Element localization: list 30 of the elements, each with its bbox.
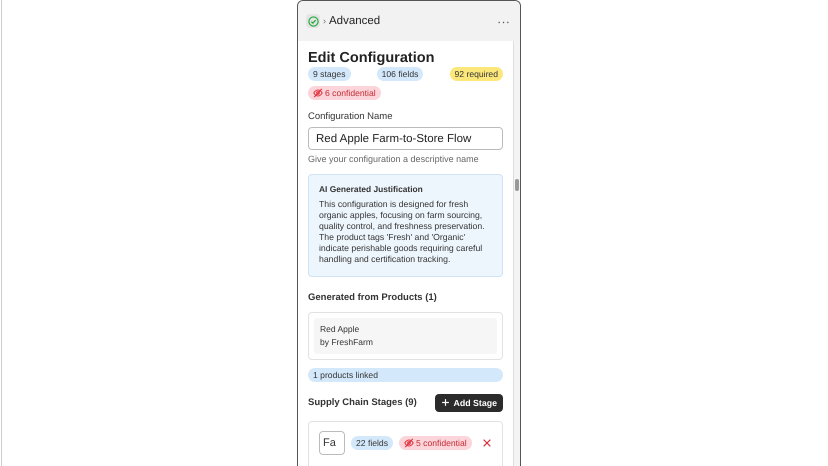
scrollbar[interactable] [513, 41, 520, 466]
eye-off-icon [404, 438, 414, 448]
delete-button[interactable] [482, 438, 492, 448]
tag: 22 fields [351, 436, 394, 450]
name-field[interactable]: Red Apple Farm-to-Store Flow [308, 127, 503, 150]
panel-title: Advanced [329, 15, 382, 27]
justification-text: This configuration is designed for fresh organic apples, focusing on farm sourcing, quality control, and freshness preservation. The product tags 'Fresh' and 'Organic' indicate perishable goods requiring careful handling and certification tracking. [319, 199, 486, 266]
product-vendor: by FreshFarm [320, 336, 374, 349]
add-stage-button[interactable]: Add Stage [434, 394, 503, 412]
page-heading: Edit Configuration [308, 50, 436, 66]
plus-icon [440, 398, 450, 408]
card-title: AI Generated Justification [319, 184, 424, 194]
tag: 106 fields [376, 67, 424, 81]
section-title: Supply Chain Stages (9) [308, 397, 417, 408]
product-item[interactable]: Red Apple by FreshFarm [314, 318, 497, 354]
more-button[interactable]: ··· [495, 14, 512, 28]
field-label: Configuration Name [308, 111, 394, 122]
eye-off-icon [313, 88, 323, 98]
chevron-icon [321, 18, 328, 24]
stage-name-field[interactable]: Fa [319, 430, 345, 455]
tag: 6 confidential [308, 86, 381, 100]
product-name: Red Apple [320, 322, 360, 336]
scroll-thumb[interactable] [515, 179, 519, 191]
close-icon [482, 438, 492, 448]
tag: 5 confidential [399, 436, 472, 450]
field-hint: Give your configuration a descriptive name [308, 154, 480, 164]
tag: 9 stages [308, 67, 350, 81]
section-title: Generated from Products (1) [308, 292, 438, 303]
tag: 92 required [450, 67, 503, 81]
linked-count: 1 products linked [308, 368, 503, 382]
